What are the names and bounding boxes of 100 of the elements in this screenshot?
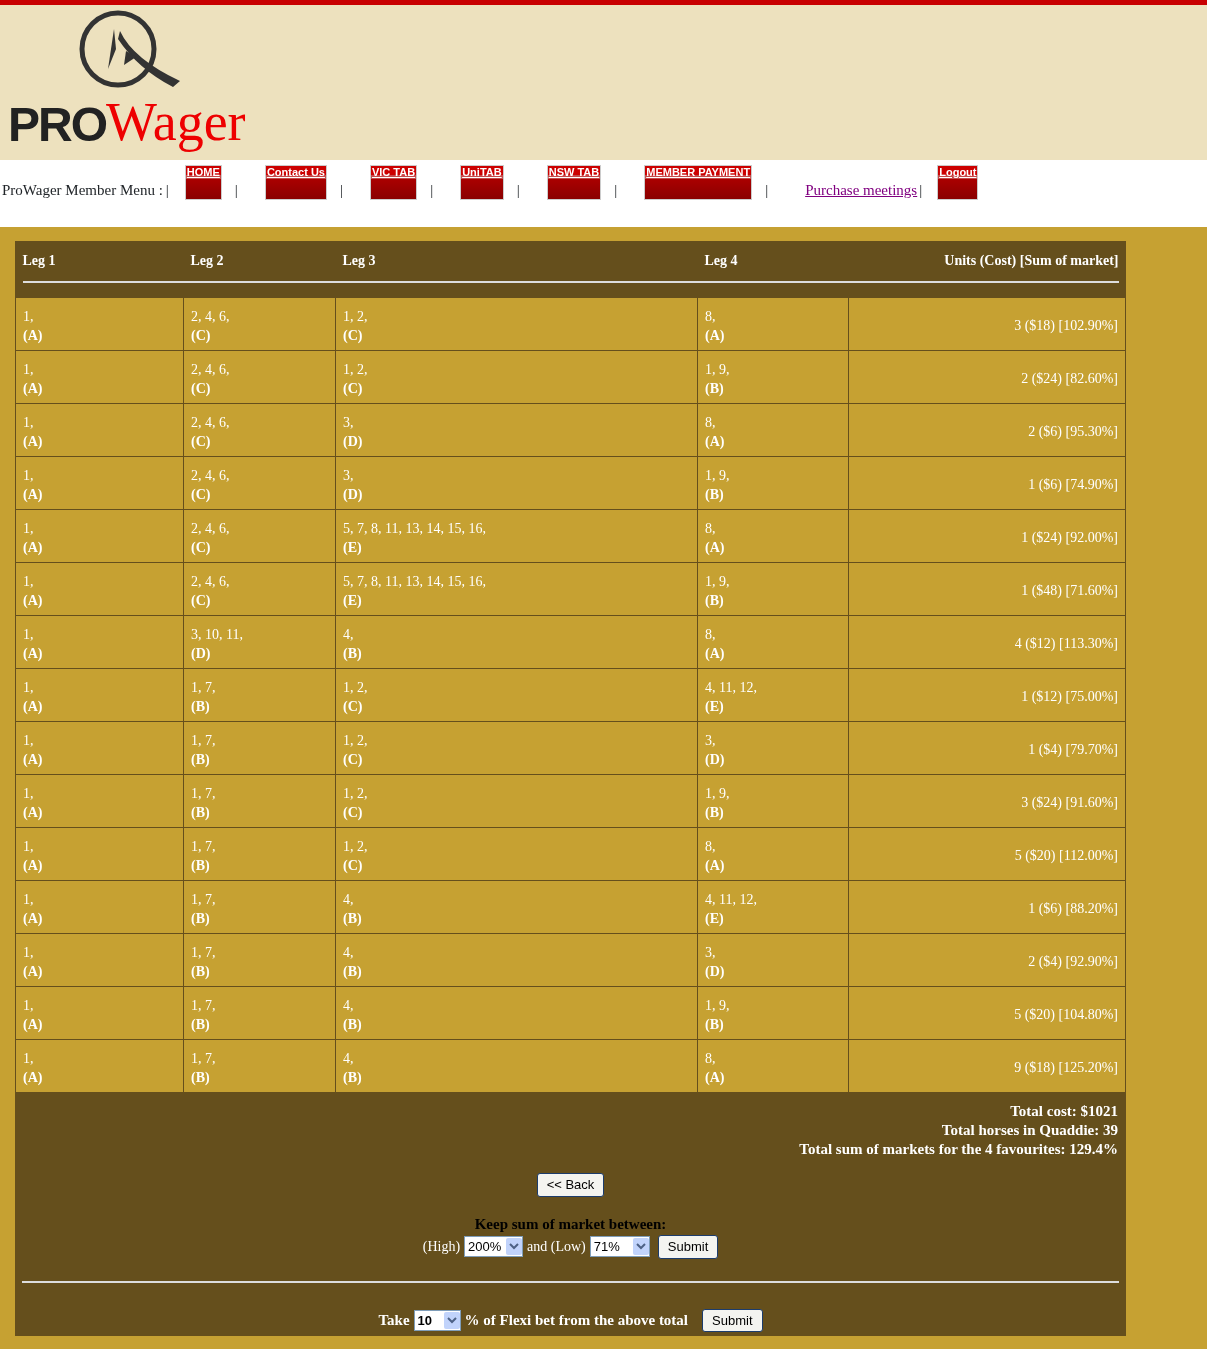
field-label: and (Low) [527,1238,586,1257]
units-cost: 1 ($6) [88.20%] [1028,901,1118,916]
menu-button[interactable]: VIC TAB [369,165,418,200]
units-cost: 1 ($48) [71.60%] [1021,583,1118,598]
separator: | [614,180,618,200]
menu-button[interactable]: HOME [184,165,222,200]
group-label: (A) [23,486,43,504]
units-cost: 2 ($4) [92.90%] [1028,954,1118,969]
group-label: (A) [23,963,43,981]
group-label: (A) [23,327,43,345]
group-label: (B) [705,804,724,822]
group-label: (C) [191,380,211,398]
horse-numbers: 1, [23,361,34,379]
group-label: (B) [191,1069,210,1087]
total-text: Total sum of markets for the 4 favourites: 129.4% [799,1140,1118,1159]
horse-numbers: 2, 4, 6, [191,361,230,379]
back-button[interactable]: << Back [536,1173,605,1197]
horse-numbers: 1, [23,891,34,909]
select-field[interactable]: 71% [589,1236,650,1258]
group-label: (B) [705,592,724,610]
separator: | [165,180,169,200]
menu-button[interactable]: NSW TAB [546,165,602,200]
menu-button[interactable]: MEMBER PAYMENT [644,165,753,200]
horse-numbers: 1, 9, [705,361,730,379]
units-cost: 1 ($4) [79.70%] [1028,742,1118,757]
horse-numbers: 1, 7, [191,891,216,909]
field-label: % of Flexi bet from the above total [464,1311,689,1330]
horse-numbers: 2, 4, 6, [191,520,230,538]
horse-numbers: 8, [705,1050,716,1068]
group-label: (A) [705,645,725,663]
horse-numbers: 8, [705,838,716,856]
horse-numbers: 4, [343,1050,354,1068]
horse-numbers: 1, 2, [343,732,368,750]
group-label: (E) [343,592,362,610]
units-cost: 3 ($18) [102.90%] [1014,318,1118,333]
horse-numbers: 1, [23,838,34,856]
horse-numbers: 1, [23,785,34,803]
units-cost: 3 ($24) [91.60%] [1021,795,1118,810]
group-label: (C) [191,539,211,557]
horse-numbers: 1, 7, [191,838,216,856]
horse-numbers: 1, [23,732,34,750]
menu-button[interactable]: Logout [937,165,979,200]
separator: | [430,180,434,200]
menu-button[interactable]: Contact Us [264,165,327,200]
group-label: (A) [23,539,43,557]
group-label: (B) [343,645,362,663]
group-label: (C) [343,327,363,345]
units-cost: 1 ($24) [92.00%] [1021,530,1118,545]
group-label: (D) [705,963,725,981]
menu-link[interactable]: Purchase meetings [805,178,918,201]
horse-numbers: 8, [705,308,716,326]
horse-numbers: 3, [705,732,716,750]
submit-button[interactable]: Submit [657,1235,719,1259]
horse-numbers: 8, [705,414,716,432]
horse-numbers: 1, [23,626,34,644]
group-label: (A) [23,804,43,822]
group-label: (B) [191,910,210,928]
column-header: Units (Cost) [Sum of market] [848,241,1126,281]
horse-numbers: 1, [23,520,34,538]
group-label: (A) [23,645,43,663]
horse-numbers: 2, 4, 6, [191,573,230,591]
horse-numbers: 8, [705,520,716,538]
group-label: (B) [343,1016,362,1034]
separator: | [516,180,520,200]
horse-numbers: 1, [23,997,34,1015]
group-label: (A) [23,592,43,610]
horse-numbers: 1, [23,467,34,485]
group-label: (B) [191,857,210,875]
horse-numbers: 1, 2, [343,838,368,856]
units-cost: 2 ($6) [95.30%] [1028,424,1118,439]
group-label: (B) [191,963,210,981]
group-label: (B) [705,486,724,504]
horse-numbers: 1, 2, [343,361,368,379]
group-label: (A) [23,910,43,928]
separator: | [765,180,769,200]
units-cost: 2 ($24) [82.60%] [1021,371,1118,386]
group-label: (E) [705,910,724,928]
select-field[interactable]: 10 [413,1309,461,1331]
group-label: (A) [23,857,43,875]
horse-numbers: 1, 2, [343,679,368,697]
group-label: (D) [343,486,363,504]
units-cost: 1 ($12) [75.00%] [1021,689,1118,704]
group-label: (A) [705,1069,725,1087]
group-label: (B) [705,1016,724,1034]
units-cost: 5 ($20) [112.00%] [1014,848,1118,863]
horse-numbers: 4, [343,891,354,909]
group-label: (B) [343,1069,362,1087]
units-cost: 4 ($12) [113.30%] [1014,636,1118,651]
select-field[interactable]: 200% [464,1236,524,1258]
horse-numbers: 1, [23,573,34,591]
horse-numbers: 4, [343,944,354,962]
group-label: (A) [23,1016,43,1034]
horse-numbers: 1, 7, [191,944,216,962]
group-label: (D) [705,751,725,769]
column-header: Leg 2 [183,241,336,281]
submit-button[interactable]: Submit [702,1308,763,1332]
horse-numbers: 2, 4, 6, [191,414,230,432]
horse-numbers: 1, [23,414,34,432]
group-label: (E) [705,698,724,716]
menu-button[interactable]: UniTAB [460,165,504,200]
